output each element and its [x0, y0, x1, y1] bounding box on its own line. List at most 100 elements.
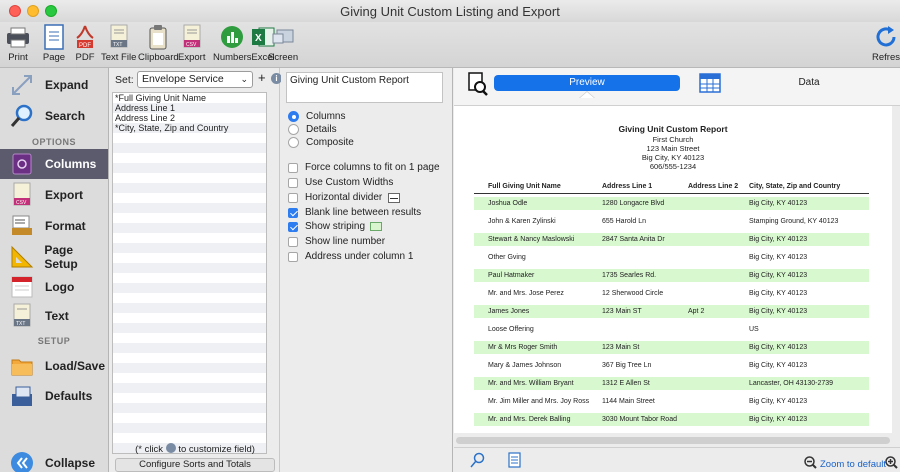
svg-text:TXT: TXT — [113, 42, 122, 48]
show-line-number-checkbox[interactable]: Show line number — [288, 236, 385, 247]
search-icon[interactable] — [470, 452, 486, 471]
field-item[interactable]: Address Line 1 — [113, 103, 266, 113]
svg-text:CSV: CSV — [186, 42, 197, 48]
add-field-button[interactable]: + — [258, 71, 266, 85]
report-title-field[interactable]: Giving Unit Custom Report — [286, 72, 443, 103]
info-icon — [165, 443, 176, 453]
nav-columns[interactable]: Columns — [0, 149, 108, 179]
toolbar: Print Page PDF PDF TXT Text File Clipboa… — [0, 22, 900, 68]
preview-tab-bar: Preview Data — [454, 68, 900, 106]
export-button[interactable]: CSV Export — [178, 24, 205, 63]
column-header: Full Giving Unit Name — [488, 183, 561, 190]
layout-details-radio[interactable]: Details — [288, 124, 337, 135]
horizontal-divider-checkbox[interactable]: Horizontal divider — [288, 192, 401, 203]
nav-expand[interactable]: Expand — [0, 70, 108, 100]
column-header: Address Line 1 — [602, 183, 653, 190]
pdf-button[interactable]: PDF PDF — [72, 24, 98, 63]
custom-widths-checkbox[interactable]: Use Custom Widths — [288, 177, 393, 188]
document-icon[interactable] — [508, 452, 522, 471]
blank-line-checkbox[interactable]: Blank line between results — [288, 207, 421, 218]
ruler-triangle-icon — [9, 244, 34, 270]
report-row: Mr. Jim Miller and Mrs. Joy Ross 1144 Ma… — [488, 398, 808, 405]
printer-icon — [5, 24, 31, 50]
format-icon — [9, 213, 35, 239]
text-icon: TXT — [9, 303, 35, 329]
nav-logo[interactable]: Logo — [0, 272, 108, 302]
options-section-header: OPTIONS — [31, 137, 76, 147]
numbers-button[interactable]: Numbers — [213, 24, 252, 63]
columns-icon — [9, 151, 35, 177]
title-bar: Giving Unit Custom Listing and Export — [0, 0, 900, 22]
document-magnifier-icon[interactable] — [468, 72, 488, 99]
collapse-button[interactable]: Collapse — [0, 448, 108, 472]
zoom-in-icon[interactable] — [885, 456, 898, 472]
report-row: Mary & James Johnson 367 Big Tree Ln Big… — [488, 362, 808, 369]
window-title: Giving Unit Custom Listing and Export — [340, 4, 560, 19]
report-header-line: First Church — [652, 135, 694, 144]
clipboard-button[interactable]: Clipboard — [138, 24, 179, 63]
text-file-button[interactable]: TXT Text File — [101, 24, 136, 63]
report-row: Joshua Odle 1280 Longacre Blvd Big City,… — [474, 197, 869, 210]
expand-arrows-icon — [9, 72, 35, 98]
report-header-line: 123 Main Street — [646, 144, 700, 153]
report-row: James Jones 123 Main ST Apt 2 Big City, … — [474, 305, 869, 318]
horizontal-scrollbar[interactable] — [456, 437, 890, 444]
left-nav: Expand Search OPTIONS Columns CSV Export — [0, 68, 109, 472]
print-button[interactable]: Print — [5, 24, 31, 63]
chevron-down-icon: ⌄ — [240, 74, 248, 84]
tab-preview[interactable]: Preview — [494, 75, 680, 91]
address-under-column-checkbox[interactable]: Address under column 1 — [288, 251, 413, 262]
stripe-color-swatch[interactable] — [370, 222, 383, 231]
force-fit-checkbox[interactable]: Force columns to fit on 1 page — [288, 162, 440, 173]
show-striping-checkbox[interactable]: Show striping — [288, 221, 383, 232]
screen-button[interactable]: Screen — [268, 24, 298, 63]
layout-columns-radio[interactable]: Columns — [288, 111, 345, 122]
zoom-default-link[interactable]: Zoom to default — [820, 459, 886, 470]
preview-bottom-bar: Zoom to default — [454, 447, 900, 472]
set-label: Set: — [115, 74, 134, 86]
nav-search[interactable]: Search — [0, 101, 108, 131]
svg-text:CSV: CSV — [16, 200, 27, 206]
report-row: Mr & Mrs Roger Smith 123 Main St Big Cit… — [474, 341, 869, 354]
page-button[interactable]: Page — [41, 24, 67, 63]
logo-icon — [9, 274, 35, 300]
nav-format[interactable]: Format — [0, 211, 108, 241]
report-row: Other Gving Big City, KY 40123 — [488, 254, 808, 261]
report-row: Mr. and Mrs. William Bryant 1312 E Allen… — [474, 377, 869, 390]
csv-export-icon: CSV — [9, 182, 35, 208]
report-row: Mr. and Mrs. Jose Perez 12 Sherwood Circ… — [488, 290, 808, 297]
nav-load-save[interactable]: Load/Save — [0, 351, 108, 381]
options-panel: Giving Unit Custom Report Columns Detail… — [281, 68, 453, 472]
report-title: Giving Unit Custom Report — [618, 124, 728, 134]
report-row: Loose Offering US — [488, 326, 759, 333]
refresh-button[interactable]: Refres — [872, 24, 900, 63]
chevron-double-left-icon — [9, 450, 35, 472]
nav-text[interactable]: TXT Text — [0, 301, 108, 331]
field-item[interactable]: Address Line 2 — [113, 113, 266, 123]
layout-composite-radio[interactable]: Composite — [288, 137, 354, 148]
field-list[interactable]: *Full Giving Unit Name Address Line 1 Ad… — [112, 92, 267, 454]
app-window: Giving Unit Custom Listing and Export Pr… — [0, 0, 900, 472]
zoom-out-icon[interactable] — [804, 456, 817, 472]
divider-style-swatch[interactable] — [388, 192, 401, 203]
svg-text:PDF: PDF — [79, 43, 91, 49]
field-item[interactable]: *Full Giving Unit Name — [113, 93, 266, 103]
tab-data[interactable]: Data — [754, 75, 864, 91]
report-row: Mr. and Mrs. Derek Balling 3030 Mount Ta… — [474, 413, 869, 426]
column-header: City, State, Zip and Country — [749, 183, 841, 190]
screen-icon — [270, 24, 296, 50]
set-dropdown[interactable]: Envelope Service ⌄ — [137, 71, 253, 88]
nav-export[interactable]: CSV Export — [0, 180, 108, 210]
page-icon — [41, 24, 67, 50]
configure-sorts-button[interactable]: Configure Sorts and Totals — [115, 458, 275, 472]
tab-pointer — [579, 91, 595, 98]
nav-defaults[interactable]: Defaults — [0, 381, 108, 411]
setup-section-header: SETUP — [37, 336, 71, 346]
svg-text:TXT: TXT — [16, 321, 25, 327]
defaults-icon — [9, 383, 35, 409]
nav-page-setup[interactable]: Page Setup — [0, 242, 108, 272]
field-item[interactable]: *City, State, Zip and Country — [113, 123, 266, 133]
table-grid-icon[interactable] — [699, 73, 721, 96]
report-row: Stewart & Nancy Maslowski 2847 Santa Ani… — [474, 233, 869, 246]
csv-export-icon: CSV — [179, 24, 205, 50]
